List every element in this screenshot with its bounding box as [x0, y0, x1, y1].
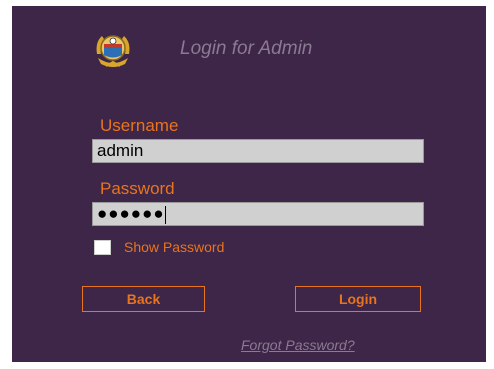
password-label: Password — [100, 179, 175, 198]
login-panel: Login for Admin Username admin Password … — [12, 6, 486, 362]
show-password-label[interactable]: Show Password — [124, 239, 224, 255]
username-value: admin — [97, 141, 144, 160]
password-input[interactable]: ●●●●●● — [92, 202, 424, 226]
show-password-checkbox[interactable] — [94, 240, 111, 255]
username-input[interactable]: admin — [92, 139, 424, 163]
login-button[interactable]: Login — [295, 286, 421, 312]
emblem-logo-icon — [96, 35, 130, 67]
back-button[interactable]: Back — [82, 286, 205, 312]
text-caret — [164, 205, 166, 224]
username-label: Username — [100, 116, 179, 135]
page-title: Login for Admin — [180, 38, 313, 59]
password-value: ●●●●●● — [97, 204, 165, 223]
forgot-password-link[interactable]: Forgot Password? — [241, 337, 355, 353]
